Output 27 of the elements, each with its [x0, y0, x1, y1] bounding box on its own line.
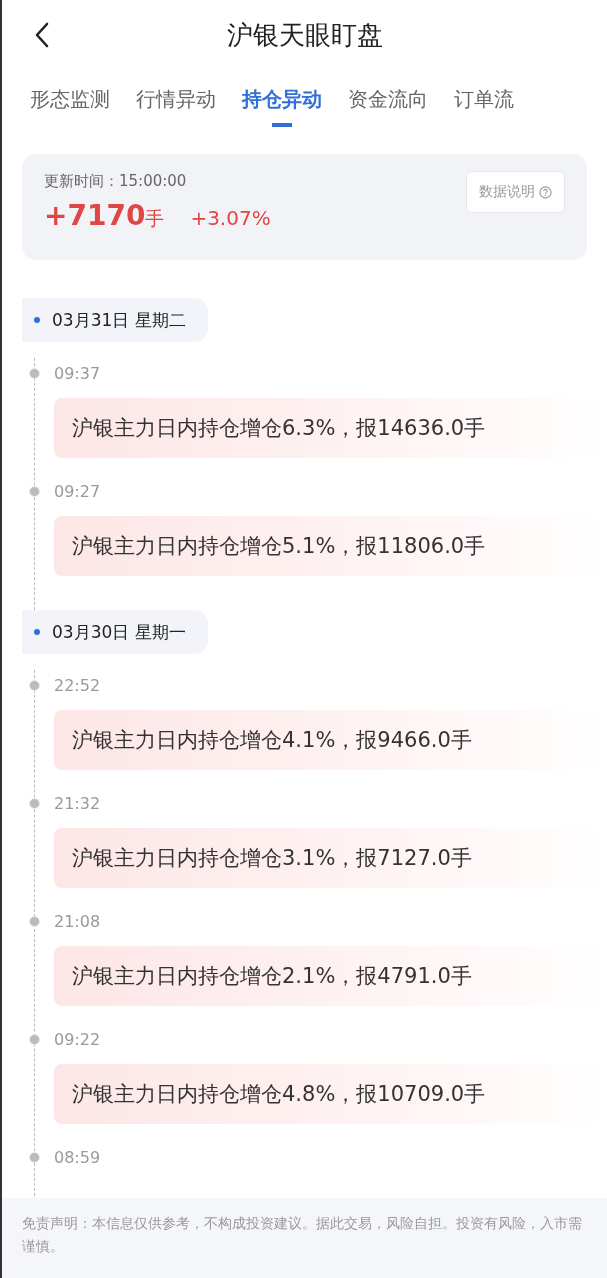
timeline-dot-icon [29, 1151, 40, 1163]
timeline-dot-icon [29, 797, 40, 809]
event-time: 21:08 [54, 911, 101, 931]
event-time: 21:32 [54, 793, 101, 813]
tab[interactable]: 订单流 [454, 70, 514, 127]
date-dot-icon [34, 629, 40, 635]
event-time: 09:27 [54, 481, 101, 501]
date-text: 03月31日 星期二 [52, 308, 186, 332]
help-icon [539, 185, 552, 199]
tab[interactable]: 持仓异动 [242, 70, 322, 127]
event-time: 09:22 [54, 1029, 101, 1049]
change-percent: +3.07% [190, 206, 271, 230]
date-dot-icon [34, 317, 40, 323]
tab[interactable]: 行情异动 [136, 70, 216, 127]
page-title: 沪银天眼盯盘 [226, 18, 383, 52]
event-time: 09:37 [54, 363, 101, 383]
data-info-button[interactable]: 数据说明 [466, 171, 565, 213]
position-change: +7170手 [44, 199, 165, 232]
disclaimer-text: 免责声明：本信息仅供参考，不构成投资建议。据此交易，风险自担。投资有风险，入市需谨慎。 [2, 1198, 607, 1278]
event-time: 22:52 [54, 675, 101, 695]
update-time: 更新时间：15:00:00 [44, 172, 188, 191]
date-text: 03月30日 星期一 [52, 620, 186, 644]
timeline-dot-icon [29, 485, 40, 497]
event-time: 08:59 [54, 1147, 101, 1167]
back-icon [34, 22, 50, 48]
tab[interactable]: 形态监测 [30, 70, 110, 127]
tab[interactable]: 资金流向 [348, 70, 428, 127]
